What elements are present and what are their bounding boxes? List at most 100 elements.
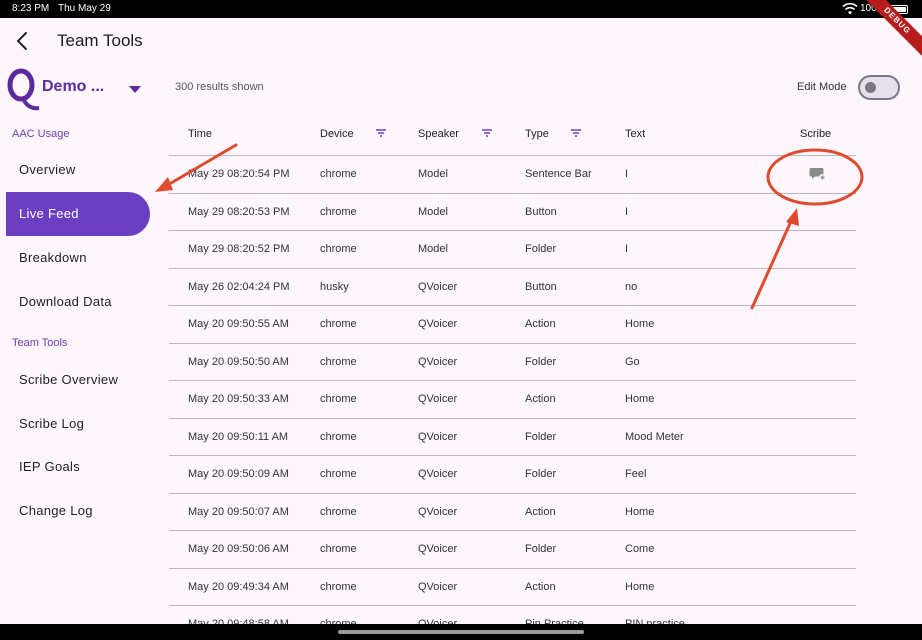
table-body: May 29 08:20:54 PM chrome Model Sentence Ba… bbox=[169, 156, 856, 640]
table-row[interactable]: May 26 02:04:24 PM husky QVoicer Button no bbox=[169, 269, 856, 306]
table-row[interactable]: May 20 09:50:09 AM chrome QVoicer Folder Fee… bbox=[169, 456, 856, 494]
cell-speaker: Model bbox=[418, 243, 448, 255]
cell-time: May 20 09:50:33 AM bbox=[188, 393, 289, 405]
cell-type: Action bbox=[525, 318, 556, 330]
sidebar-item-breakdown[interactable]: Breakdown bbox=[6, 236, 150, 280]
cell-text: Feel bbox=[625, 468, 647, 480]
table-row[interactable]: May 20 09:50:50 AM chrome QVoicer Folder Go bbox=[169, 344, 856, 381]
page-title: Team Tools bbox=[57, 31, 143, 50]
cell-device: chrome bbox=[320, 430, 357, 443]
cell-type: Sentence Bar bbox=[525, 168, 592, 180]
cell-time: May 20 09:50:09 AM bbox=[188, 468, 289, 480]
sidebar-item-live-feed[interactable]: Live Feed bbox=[6, 192, 150, 236]
home-indicator[interactable] bbox=[338, 630, 584, 634]
status-bar: 8:23 PM Thu May 29 100% bbox=[0, 0, 922, 18]
cell-device: chrome bbox=[320, 355, 357, 368]
back-arrow-icon[interactable] bbox=[12, 30, 34, 52]
caret-down-icon[interactable] bbox=[128, 84, 142, 94]
cell-type: Button bbox=[525, 280, 557, 293]
cell-speaker: QVoicer bbox=[418, 580, 458, 593]
cell-time: May 20 09:50:06 AM bbox=[188, 543, 289, 555]
sidebar-item-iep-goals[interactable]: IEP Goals bbox=[6, 445, 150, 489]
table-row[interactable]: May 20 09:50:11 AM chrome QVoicer Folder Moo… bbox=[169, 419, 856, 456]
header-speaker[interactable]: Speaker bbox=[418, 128, 459, 140]
cell-text: Home bbox=[625, 318, 655, 330]
table-row[interactable]: May 29 08:20:54 PM chrome Model Sentence Ba… bbox=[169, 156, 856, 194]
live-feed-table: Time Device Speaker Type Text Scribe May… bbox=[169, 118, 856, 640]
cell-text: no bbox=[625, 280, 638, 293]
table-header: Time Device Speaker Type Text Scribe bbox=[169, 118, 856, 156]
sidebar-section-aac-usage: AAC Usage bbox=[12, 128, 70, 140]
org-name[interactable]: Demo ... bbox=[42, 78, 104, 96]
cell-text: Mood Meter bbox=[625, 430, 684, 443]
cell-speaker: QVoicer bbox=[418, 355, 458, 368]
cell-text: Home bbox=[625, 505, 655, 518]
cell-type: Button bbox=[525, 205, 557, 218]
cell-time: May 20 09:50:50 AM bbox=[188, 355, 289, 368]
cell-device: chrome bbox=[320, 543, 357, 555]
sidebar-section-team-tools: Team Tools bbox=[12, 337, 68, 349]
cell-type: Folder bbox=[525, 243, 557, 255]
filter-icon[interactable] bbox=[375, 127, 387, 139]
cell-time: May 29 08:20:53 PM bbox=[188, 205, 290, 218]
cell-time: May 29 08:20:52 PM bbox=[188, 243, 290, 255]
cell-type: Folder bbox=[525, 543, 557, 555]
status-date: Thu May 29 bbox=[58, 3, 111, 14]
cell-time: May 20 09:49:34 AM bbox=[188, 580, 289, 593]
status-time: 8:23 PM bbox=[12, 3, 50, 14]
cell-speaker: QVoicer bbox=[418, 393, 458, 405]
cell-time: May 20 09:50:55 AM bbox=[188, 318, 289, 330]
table-row[interactable]: May 20 09:49:34 AM chrome QVoicer Action Hom… bbox=[169, 569, 856, 606]
cell-time: May 20 09:50:11 AM bbox=[188, 430, 289, 443]
sidebar-item-change-log[interactable]: Change Log bbox=[6, 489, 150, 533]
wifi-icon bbox=[842, 2, 858, 15]
table-row[interactable]: May 29 08:20:52 PM chrome Model Folder I bbox=[169, 231, 856, 269]
logo-icon bbox=[7, 68, 40, 111]
org-selector[interactable]: Demo ... bbox=[0, 66, 160, 112]
edit-mode-toggle[interactable] bbox=[858, 75, 900, 100]
sidebar-item-scribe-overview[interactable]: Scribe Overview bbox=[6, 358, 150, 402]
cell-speaker: QVoicer bbox=[418, 280, 458, 293]
cell-device: chrome bbox=[320, 243, 357, 255]
cell-device: chrome bbox=[320, 468, 357, 480]
cell-text: I bbox=[625, 205, 629, 218]
table-row[interactable]: May 29 08:20:53 PM chrome Model Button I bbox=[169, 194, 856, 231]
cell-device: husky bbox=[320, 280, 349, 293]
cell-type: Action bbox=[525, 393, 556, 405]
filter-icon[interactable] bbox=[481, 127, 493, 139]
cell-text: I bbox=[625, 168, 629, 180]
header-device[interactable]: Device bbox=[320, 128, 354, 140]
sidebar-item-download-data[interactable]: Download Data bbox=[6, 280, 150, 324]
cell-device: chrome bbox=[320, 505, 357, 518]
cell-text: Home bbox=[625, 580, 655, 593]
cell-device: chrome bbox=[320, 580, 357, 593]
table-row[interactable]: May 20 09:50:06 AM chrome QVoicer Folder Com… bbox=[169, 531, 856, 569]
add-comment-icon[interactable] bbox=[809, 166, 827, 182]
table-row[interactable]: May 20 09:50:55 AM chrome QVoicer Action Hom… bbox=[169, 306, 856, 344]
filter-icon[interactable] bbox=[570, 127, 582, 139]
cell-speaker: Model bbox=[418, 205, 448, 218]
app-bar: Team Tools bbox=[0, 18, 922, 64]
table-row[interactable]: May 20 09:50:07 AM chrome QVoicer Action Hom… bbox=[169, 494, 856, 531]
cell-text: Home bbox=[625, 393, 655, 405]
cell-device: chrome bbox=[320, 318, 357, 330]
cell-text: I bbox=[625, 243, 629, 255]
cell-speaker: QVoicer bbox=[418, 505, 458, 518]
table-row[interactable]: May 20 09:50:33 AM chrome QVoicer Action Hom… bbox=[169, 381, 856, 419]
header-time[interactable]: Time bbox=[188, 128, 212, 140]
cell-time: May 20 09:50:07 AM bbox=[188, 505, 289, 518]
cell-time: May 26 02:04:24 PM bbox=[188, 280, 290, 293]
cell-type: Folder bbox=[525, 355, 557, 368]
cell-speaker: QVoicer bbox=[418, 318, 458, 330]
cell-type: Folder bbox=[525, 430, 557, 443]
sidebar-item-overview[interactable]: Overview bbox=[6, 148, 150, 192]
cell-text: Go bbox=[625, 355, 640, 368]
toggle-knob bbox=[865, 82, 876, 93]
header-scribe: Scribe bbox=[800, 128, 832, 140]
header-text[interactable]: Text bbox=[625, 128, 645, 140]
cell-speaker: Model bbox=[418, 168, 448, 180]
cell-type: Action bbox=[525, 580, 556, 593]
header-type[interactable]: Type bbox=[525, 128, 549, 140]
sidebar-item-scribe-log[interactable]: Scribe Log bbox=[6, 402, 150, 446]
cell-text: Come bbox=[625, 543, 655, 555]
